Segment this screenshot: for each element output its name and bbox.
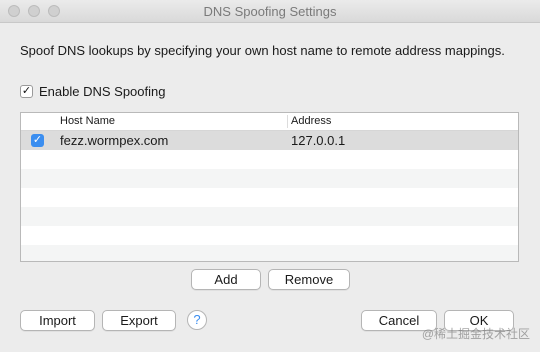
empty-table-row — [21, 188, 518, 207]
checkbox-checkmark-icon[interactable]: ✓ — [20, 84, 33, 98]
window-title: DNS Spoofing Settings — [203, 4, 337, 19]
enable-dns-spoofing-checkbox[interactable]: ✓ Enable DNS Spoofing — [20, 83, 165, 99]
empty-table-row — [21, 150, 518, 169]
add-button[interactable]: Add — [191, 269, 261, 290]
empty-table-row — [21, 207, 518, 226]
watermark-text: @稀土掘金技术社区 — [421, 327, 530, 341]
window-titlebar: DNS Spoofing Settings — [0, 0, 540, 23]
empty-table-row — [21, 226, 518, 245]
table-header: Host Name Address — [21, 113, 518, 131]
column-divider[interactable] — [287, 115, 288, 128]
mappings-table[interactable]: Host Name Address ✓ fezz.wormpex.com 127… — [20, 112, 519, 262]
export-button[interactable]: Export — [102, 310, 176, 331]
empty-table-row — [21, 169, 518, 188]
empty-table-row — [21, 245, 518, 261]
table-row[interactable]: ✓ fezz.wormpex.com 127.0.0.1 — [21, 131, 518, 150]
import-button[interactable]: Import — [20, 310, 95, 331]
row-enabled-checkbox[interactable]: ✓ — [31, 134, 44, 147]
address-cell: 127.0.0.1 — [291, 133, 346, 148]
host-name-cell: fezz.wormpex.com — [60, 133, 169, 148]
column-header-address[interactable]: Address — [291, 115, 331, 128]
enable-dns-spoofing-label: Enable DNS Spoofing — [39, 83, 166, 99]
remove-button[interactable]: Remove — [268, 269, 350, 290]
column-header-host-name[interactable]: Host Name — [60, 115, 115, 128]
help-button[interactable]: ? — [187, 310, 207, 330]
description-text: Spoof DNS lookups by specifying your own… — [20, 43, 505, 58]
